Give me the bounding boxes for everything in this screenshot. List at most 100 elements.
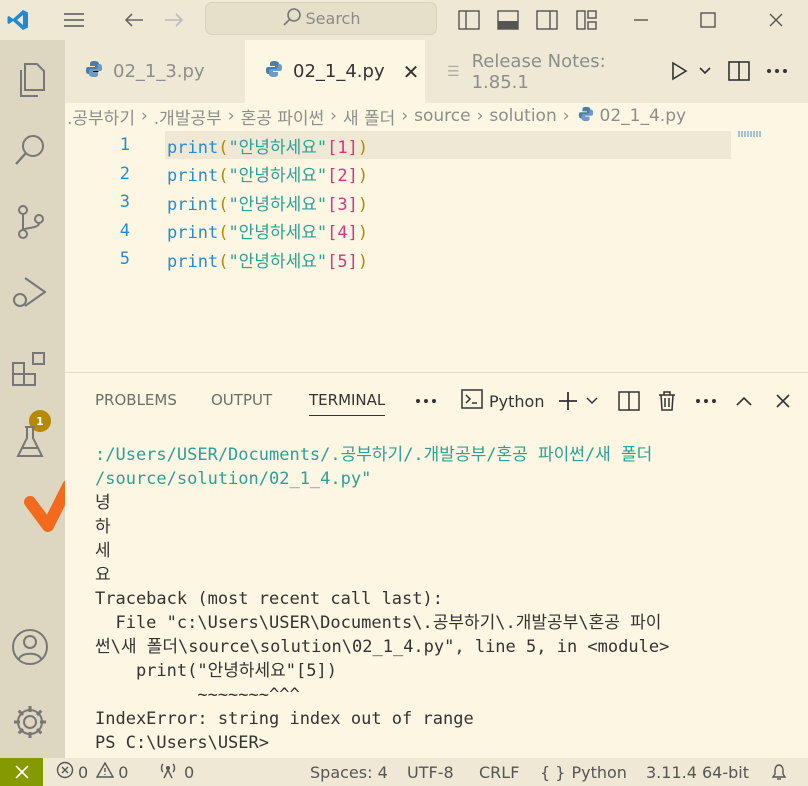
accounts-icon[interactable]: [8, 625, 52, 669]
toggle-secondary-sidebar-icon[interactable]: [533, 6, 561, 34]
maximize-icon[interactable]: [694, 6, 722, 34]
maximize-panel-chevron-up-icon[interactable]: [735, 387, 753, 415]
interpreter-status[interactable]: 3.11.4 64-bit: [646, 758, 749, 786]
manage-gear-icon[interactable]: [8, 700, 52, 744]
terminal-profile-selector[interactable]: Python: [461, 387, 544, 415]
code-line[interactable]: 2 print("안녕하세요"[2]): [65, 160, 745, 188]
close-panel-icon[interactable]: [775, 387, 791, 415]
back-arrow-icon[interactable]: [120, 6, 148, 34]
testing-flask-icon[interactable]: [8, 420, 52, 464]
terminal-line: 요: [95, 565, 111, 585]
tab-02-1-4[interactable]: 02_1_4.py ✕: [245, 40, 425, 103]
code-index: 2: [337, 166, 348, 186]
code-line[interactable]: 5 print("안녕하세요"[5]): [65, 245, 745, 273]
tab-label: 02_1_3.py: [113, 61, 205, 82]
split-terminal-icon[interactable]: [618, 387, 640, 415]
python-file-icon: [578, 106, 594, 127]
terminal-line: 하: [95, 517, 111, 537]
status-bar: 0 0 0 Spaces: 4 UTF-8 CRLF { } Python 3.…: [0, 758, 808, 786]
title-bar: Search: [0, 0, 808, 40]
close-tab-icon[interactable]: ✕: [403, 60, 420, 84]
split-editor-icon[interactable]: [725, 57, 753, 85]
tab-terminal[interactable]: TERMINAL: [309, 391, 386, 416]
code-bracket: [: [327, 137, 338, 158]
code-line[interactable]: 4 print("안녕하세요"[4]): [65, 217, 745, 245]
editor-tab-bar: 02_1_3.py 02_1_4.py ✕ ☰ Release Notes: 1…: [65, 40, 808, 103]
code-bracket: [: [327, 194, 338, 215]
code-fn: print: [167, 223, 219, 243]
new-terminal-plus-icon[interactable]: [557, 387, 579, 415]
code-bracket: ]: [347, 223, 358, 243]
line-number: 1: [119, 135, 130, 155]
source-control-icon[interactable]: [8, 200, 52, 244]
vscode-logo-icon: [4, 6, 32, 34]
code-bracket: ]: [347, 194, 358, 215]
extensions-icon[interactable]: [8, 346, 52, 390]
code-string: "안녕하세요": [228, 223, 328, 243]
panel-overflow-icon[interactable]: [695, 387, 717, 415]
terminal-prompt: PS C:\Users\USER>: [95, 733, 269, 753]
explorer-icon[interactable]: [8, 58, 52, 102]
menu-icon[interactable]: [60, 6, 88, 34]
terminal-output[interactable]: :/Users/USER/Documents/.공부하기/.개발공부/혼공 파이…: [95, 443, 795, 755]
search-sidebar-icon[interactable]: [8, 128, 52, 172]
breadcrumb-item[interactable]: 02_1_4.py: [600, 106, 687, 126]
toggle-panel-icon[interactable]: [494, 6, 522, 34]
warning-count: 0: [118, 762, 129, 782]
code-line[interactable]: 1 print("안녕하세요"[1]): [65, 131, 745, 159]
notifications-bell-icon[interactable]: [770, 758, 788, 786]
ports-count: 0: [184, 762, 195, 782]
copilot-chevron-icon[interactable]: [24, 480, 68, 532]
terminal-line: /source/solution/02_1_4.py": [95, 469, 372, 489]
code-string: "안녕하세요": [228, 194, 328, 215]
document-icon: ☰: [447, 63, 460, 80]
code-text: print("안녕하세요"[5]): [167, 247, 368, 272]
encoding-status[interactable]: UTF-8: [407, 758, 454, 786]
breadcrumb-item[interactable]: .공부하기: [67, 104, 135, 129]
breadcrumb-item[interactable]: 새 폴더: [343, 104, 395, 129]
tab-output[interactable]: OUTPUT: [211, 391, 272, 409]
terminal-line: ~~~~~~~^^^: [95, 685, 300, 705]
close-window-icon[interactable]: [762, 6, 790, 34]
line-number: 3: [119, 192, 130, 212]
problems-status[interactable]: 0 0: [56, 758, 128, 786]
language-mode-status[interactable]: { } Python: [540, 758, 627, 786]
eol-status[interactable]: CRLF: [479, 758, 519, 786]
breadcrumb-separator-icon: ›: [476, 106, 484, 126]
panel-more-icon[interactable]: [413, 387, 439, 415]
run-options-chevron-icon[interactable]: [691, 57, 719, 85]
terminal-line: print("안녕하세요"[5]): [95, 661, 337, 681]
terminal-line: File "c:\Users\USER\Documents\.공부하기\.개발공…: [95, 613, 662, 633]
activity-bar: 1: [0, 40, 68, 758]
terminal-line: 녕: [95, 493, 111, 513]
code-line[interactable]: 3 print("안녕하세요"[3]): [65, 188, 745, 216]
terminal-dropdown-chevron-icon[interactable]: [585, 387, 599, 415]
code-text: print("안녕하세요"[2]): [167, 161, 368, 186]
tab-release-notes[interactable]: ☰ Release Notes: 1.85.1: [437, 40, 657, 103]
search-box[interactable]: Search: [205, 2, 437, 35]
tab-label: Release Notes: 1.85.1: [471, 50, 606, 93]
customize-layout-icon[interactable]: [573, 6, 601, 34]
minimize-icon[interactable]: [627, 6, 655, 34]
remote-indicator-icon[interactable]: [0, 758, 43, 786]
tab-problems[interactable]: PROBLEMS: [95, 391, 177, 409]
terminal-line: IndexError: string index out of range: [95, 709, 474, 729]
run-file-icon[interactable]: [665, 57, 693, 85]
code-paren: ): [357, 194, 369, 215]
indentation-status[interactable]: Spaces: 4: [310, 758, 388, 786]
toggle-primary-sidebar-icon[interactable]: [455, 6, 483, 34]
ports-status[interactable]: 0: [158, 758, 194, 786]
forward-arrow-icon[interactable]: [160, 6, 188, 34]
breadcrumb-item[interactable]: solution: [489, 106, 556, 126]
warning-icon: [95, 761, 115, 783]
kill-terminal-trash-icon[interactable]: [657, 387, 677, 415]
breadcrumb-item[interactable]: source: [414, 106, 470, 126]
code-editor[interactable]: 1 print("안녕하세요"[1]) 2 print("안녕하세요"[2]) …: [65, 131, 808, 371]
code-text: print("안녕하세요"[3]): [167, 190, 368, 215]
code-text: print("안녕하세요"[4]): [167, 218, 368, 243]
tab-02-1-3[interactable]: 02_1_3.py: [65, 40, 245, 103]
breadcrumb-item[interactable]: 혼공 파이썬: [241, 104, 325, 129]
more-actions-icon[interactable]: [763, 57, 791, 85]
breadcrumb-item[interactable]: .개발공부: [154, 104, 222, 129]
run-debug-icon[interactable]: [8, 270, 52, 314]
